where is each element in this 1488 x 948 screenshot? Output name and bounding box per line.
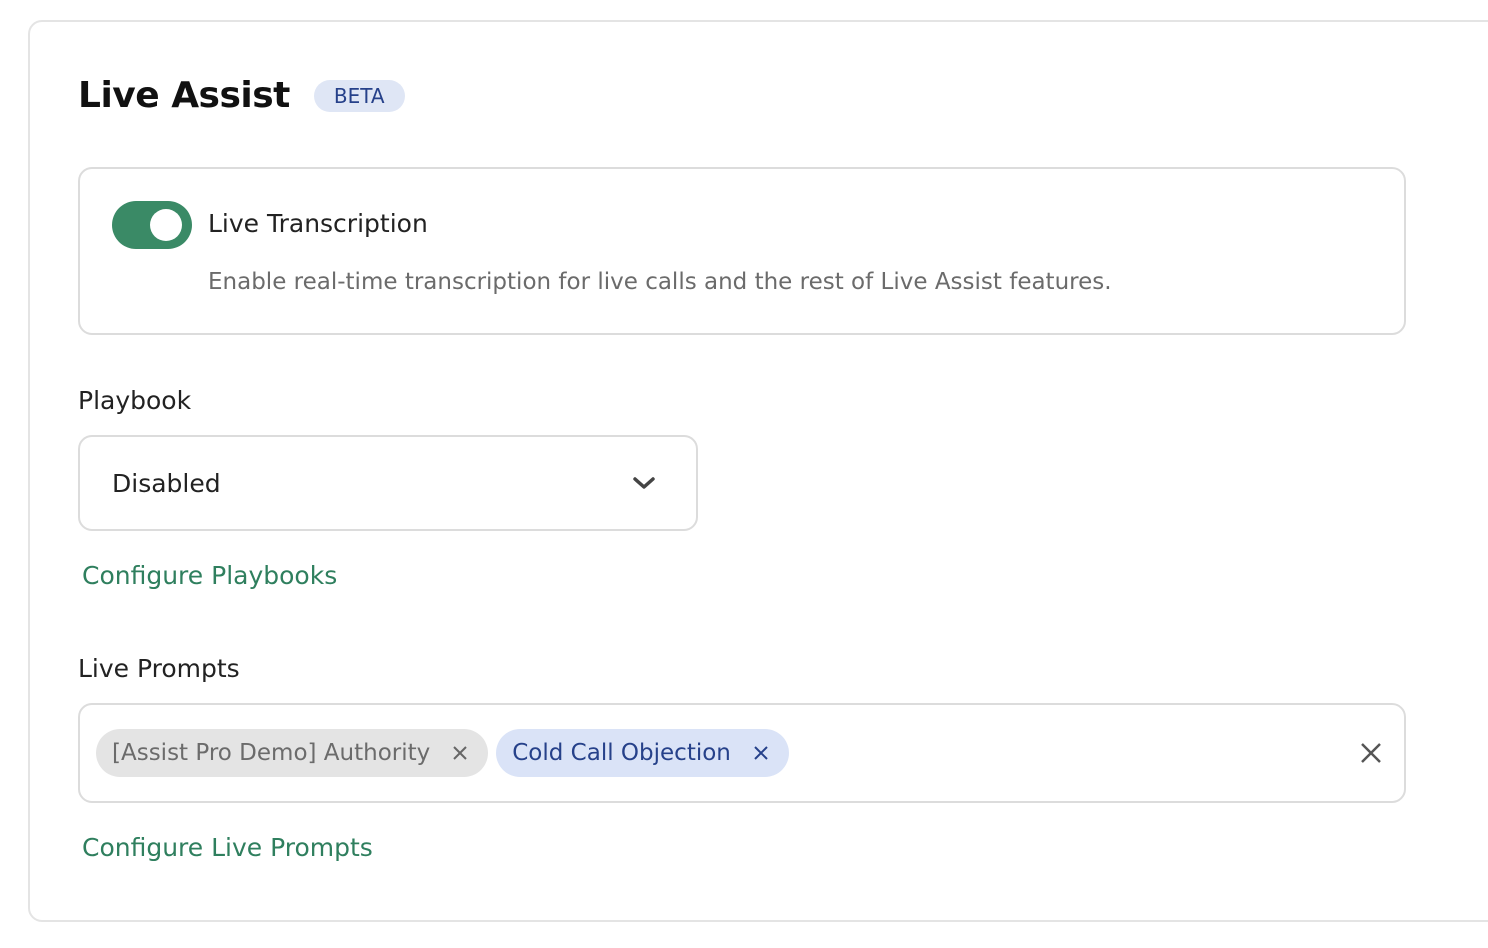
- live-transcription-title: Live Transcription: [208, 209, 428, 238]
- playbook-selected-value: Disabled: [112, 468, 221, 498]
- playbook-select[interactable]: Disabled: [78, 435, 698, 531]
- configure-live-prompts-link[interactable]: Configure Live Prompts: [82, 831, 373, 865]
- close-icon[interactable]: [753, 745, 769, 761]
- prompt-chip-label: [Assist Pro Demo] Authority: [112, 740, 431, 766]
- configure-playbooks-link[interactable]: Configure Playbooks: [82, 559, 337, 593]
- live-prompts-label: Live Prompts: [78, 654, 240, 683]
- live-transcription-toggle[interactable]: [112, 201, 192, 249]
- beta-badge: BETA: [313, 80, 405, 112]
- card-header: Live Assist BETA: [78, 74, 405, 118]
- clear-all-close-icon[interactable]: [1360, 742, 1382, 764]
- prompt-chip: Cold Call Objection: [496, 729, 789, 777]
- live-prompts-multiselect[interactable]: [Assist Pro Demo] Authority Cold Call Ob…: [78, 703, 1406, 803]
- chevron-down-icon: [632, 471, 656, 495]
- prompt-chip: [Assist Pro Demo] Authority: [96, 729, 489, 777]
- close-icon[interactable]: [452, 745, 468, 761]
- toggle-knob: [150, 209, 182, 241]
- live-assist-card: Live Assist BETA Live Transcription Enab…: [28, 20, 1488, 922]
- live-transcription-description: Enable real-time transcription for live …: [208, 269, 1112, 295]
- page-title: Live Assist: [78, 75, 290, 116]
- prompt-chip-label: Cold Call Objection: [512, 740, 731, 766]
- playbook-label: Playbook: [78, 386, 192, 415]
- live-transcription-panel: Live Transcription Enable real-time tran…: [78, 167, 1406, 335]
